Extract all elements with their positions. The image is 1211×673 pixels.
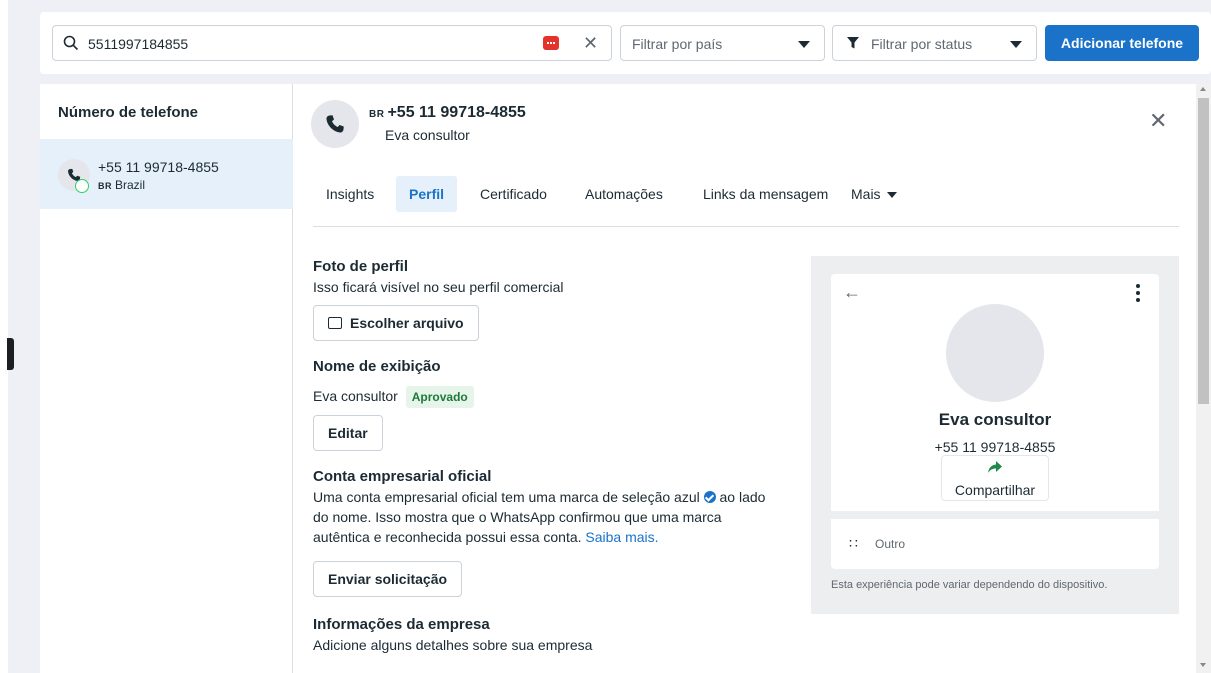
status-badge: Aprovado bbox=[405, 386, 474, 408]
display-name-subtitle: Eva consultor bbox=[385, 127, 470, 143]
page-title: BR +55 11 99718-4855 bbox=[369, 104, 526, 122]
send-request-button[interactable]: Enviar solicitação bbox=[313, 561, 463, 597]
tab-mais[interactable]: Mais bbox=[838, 176, 910, 212]
scrollbar-thumb[interactable] bbox=[1198, 98, 1209, 404]
toolbar: 5511997184855 ✕ Filtrar por país Filtrar… bbox=[40, 12, 1211, 74]
whatsapp-icon bbox=[75, 179, 89, 193]
country-filter-placeholder: Filtrar por país bbox=[632, 36, 723, 52]
edit-button[interactable]: Editar bbox=[313, 415, 383, 451]
choose-file-button[interactable]: Escolher arquivo bbox=[313, 305, 479, 341]
search-value[interactable]: 5511997184855 bbox=[88, 36, 188, 52]
country-filter-select[interactable]: Filtrar por país bbox=[620, 25, 825, 61]
tab-links-da-mensagem[interactable]: Links da mensagem bbox=[690, 176, 841, 212]
side-drawer-handle[interactable] bbox=[7, 338, 14, 370]
phone-icon bbox=[326, 115, 344, 133]
phone-number: +55 11 99718-4855 bbox=[387, 104, 526, 121]
company-info-description: Adicione alguns detalhes sobre sua empre… bbox=[313, 637, 593, 653]
category-label: Outro bbox=[875, 537, 906, 551]
back-arrow-icon: ← bbox=[843, 282, 861, 302]
tab-mais-label: Mais bbox=[851, 186, 881, 202]
more-vertical-icon bbox=[1136, 284, 1140, 302]
official-account-text-c: autêntica e reconhecida possui essa cont… bbox=[313, 529, 582, 545]
filter-icon bbox=[847, 37, 859, 49]
add-phone-button[interactable]: Adicionar telefone bbox=[1045, 25, 1199, 61]
avatar bbox=[946, 304, 1044, 402]
company-info-title: Informações da empresa bbox=[313, 616, 490, 633]
official-account-line2: do nome. Isso mostra que o WhatsApp conf… bbox=[313, 509, 722, 525]
chevron-down-icon bbox=[1010, 41, 1022, 48]
image-upload-icon bbox=[328, 317, 342, 329]
category-row: ∷ Outro bbox=[849, 535, 906, 551]
tab-certificado[interactable]: Certificado bbox=[467, 176, 560, 212]
password-manager-icon[interactable] bbox=[543, 36, 559, 50]
display-name-value: Eva consultor bbox=[313, 388, 398, 404]
phone-detail-panel: BR +55 11 99718-4855 Eva consultor ✕ Insi… bbox=[293, 84, 1196, 673]
profile-preview-card: ← Eva consultor +55 11 99718-4855 Compar… bbox=[831, 274, 1159, 569]
tab-automacoes[interactable]: Automações bbox=[572, 176, 676, 212]
preview-note: Esta experiência pode variar dependendo … bbox=[831, 579, 1108, 591]
official-account-text-a: Uma conta empresarial oficial tem uma ma… bbox=[313, 489, 700, 505]
official-account-line1: Uma conta empresarial oficial tem uma ma… bbox=[313, 487, 765, 507]
status-filter-placeholder: Filtrar por status bbox=[871, 36, 973, 52]
category-icon: ∷ bbox=[849, 535, 858, 551]
country-code-badge: BR bbox=[98, 181, 112, 191]
profile-preview-panel: ← Eva consultor +55 11 99718-4855 Compar… bbox=[811, 256, 1179, 614]
official-account-title: Conta empresarial oficial bbox=[313, 468, 492, 485]
window-edge bbox=[0, 0, 8, 673]
country-code-badge: BR bbox=[369, 109, 385, 120]
divider bbox=[831, 511, 1159, 519]
share-arrow-icon bbox=[988, 461, 1002, 473]
phone-list-panel: Número de telefone +55 11 99718-4855 BR B… bbox=[40, 84, 293, 673]
official-account-line3: autêntica e reconhecida possui essa cont… bbox=[313, 527, 659, 547]
learn-more-link[interactable]: Saiba mais. bbox=[585, 529, 658, 545]
chevron-down-icon bbox=[798, 41, 810, 48]
phone-list-country: BR Brazil bbox=[98, 178, 145, 192]
share-label: Compartilhar bbox=[954, 482, 1036, 498]
phone-list-header: Número de telefone bbox=[58, 104, 199, 121]
close-icon[interactable]: ✕ bbox=[583, 31, 598, 55]
divider bbox=[313, 226, 1179, 227]
phone-list-number: +55 11 99718-4855 bbox=[98, 159, 219, 175]
profile-photo-title: Foto de perfil bbox=[313, 258, 408, 275]
search-icon bbox=[63, 35, 79, 51]
official-account-text-b: ao lado bbox=[719, 489, 766, 505]
preview-name: Eva consultor bbox=[938, 410, 1052, 429]
profile-photo-description: Isso ficará visível no seu perfil comerc… bbox=[313, 279, 564, 295]
close-icon[interactable]: ✕ bbox=[1149, 110, 1167, 132]
phone-avatar bbox=[311, 100, 359, 148]
scrollbar[interactable] bbox=[1196, 84, 1211, 673]
search-input[interactable]: 5511997184855 ✕ bbox=[52, 25, 612, 61]
scroll-up-icon[interactable] bbox=[1200, 87, 1206, 91]
tab-insights[interactable]: Insights bbox=[313, 176, 387, 212]
display-name-row: Eva consultor Aprovado bbox=[313, 386, 474, 408]
country-name: Brazil bbox=[115, 178, 146, 192]
scroll-down-icon[interactable] bbox=[1200, 663, 1206, 667]
preview-phone: +55 11 99718-4855 bbox=[934, 439, 1056, 455]
chevron-down-icon bbox=[886, 192, 897, 199]
choose-file-label: Escolher arquivo bbox=[350, 315, 464, 331]
phone-list-item[interactable]: +55 11 99718-4855 BR Brazil bbox=[40, 139, 293, 209]
display-name-title: Nome de exibição bbox=[313, 358, 441, 375]
status-filter-select[interactable]: Filtrar por status bbox=[832, 25, 1037, 61]
share-button: Compartilhar bbox=[941, 455, 1049, 501]
verified-check-icon bbox=[703, 491, 716, 503]
tab-perfil[interactable]: Perfil bbox=[396, 176, 458, 212]
